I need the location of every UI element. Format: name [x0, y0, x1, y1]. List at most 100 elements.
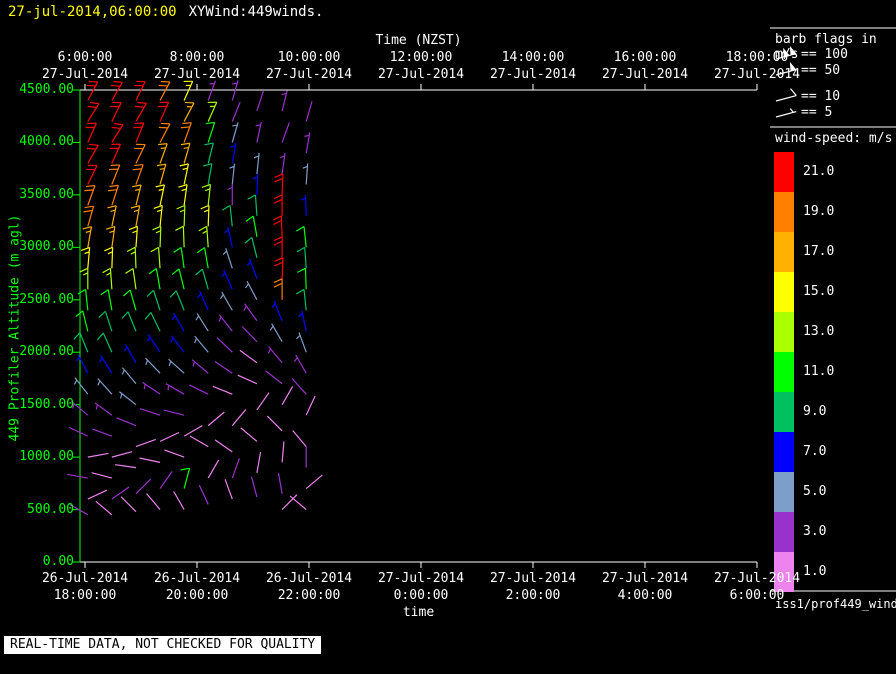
- wind-barb-staff: [251, 237, 258, 258]
- colorbar-value-label: 1.0: [803, 564, 827, 579]
- bottom-axis-tick-label: 27-Jul-2014 4:00:00: [601, 571, 689, 603]
- wind-barb-full-tick: [180, 142, 191, 146]
- wind-barb-half-tick: [296, 334, 301, 340]
- top-axis-tick-label: 10:00:00 27-Jul-2014: [265, 50, 353, 82]
- barb-flag-label: == 10: [801, 89, 841, 104]
- wind-barb-staff: [216, 337, 233, 353]
- colorbar-segment: [774, 392, 794, 432]
- wind-barb-full-tick: [96, 332, 104, 341]
- wind-barb-full-tick: [89, 101, 100, 105]
- wind-barb-staff: [175, 290, 185, 311]
- wind-barb-staff: [111, 164, 121, 185]
- wind-barb-staff: [159, 164, 167, 185]
- wind-barb-staff: [206, 226, 209, 248]
- wind-barb-full-tick: [153, 204, 163, 209]
- wind-barb-half-tick: [221, 272, 226, 278]
- wind-barb-staff: [139, 457, 161, 463]
- wind-barb-full-tick: [102, 267, 111, 274]
- wind-barb-staff: [183, 205, 186, 227]
- wind-barb-staff: [207, 142, 214, 164]
- wind-barb-staff: [207, 122, 216, 143]
- top-axis-title: Time (NZST): [375, 33, 462, 48]
- colorbar-value-label: 17.0: [803, 244, 835, 259]
- wind-barb-half-tick: [252, 176, 258, 180]
- wind-barb-full-tick: [274, 177, 283, 183]
- wind-barb-staff: [159, 102, 170, 122]
- wind-barb-full-tick: [274, 173, 284, 178]
- wind-barb-staff: [152, 290, 161, 311]
- bottom-axis-tick-label: 27-Jul-2014 6:00:00: [713, 571, 801, 603]
- wind-barb-full-tick: [121, 311, 129, 319]
- wind-barb-staff: [87, 185, 96, 206]
- colorbar-value-label: 21.0: [803, 164, 835, 179]
- wind-barb-staff: [135, 122, 145, 143]
- wind-barb-full-tick: [295, 288, 305, 295]
- wind-barb-full-tick: [98, 310, 106, 318]
- wind-barb-half-tick: [130, 251, 136, 255]
- wind-barb-staff: [292, 430, 307, 448]
- bottom-axis-tick-label: 26-Jul-2014 22:00:00: [265, 571, 353, 603]
- wind-barb-half-tick: [106, 272, 112, 276]
- wind-barb-staff: [207, 184, 211, 206]
- wind-barb-full-tick: [87, 147, 97, 150]
- wind-barb-full-tick: [114, 122, 124, 126]
- wind-barb-staff: [265, 370, 283, 385]
- wind-barb-staff: [266, 415, 283, 432]
- wind-barb-half-tick: [246, 261, 252, 266]
- colorbar-segment: [774, 432, 794, 472]
- wind-barb-full-tick: [79, 267, 89, 273]
- wind-barb-staff: [159, 143, 168, 164]
- wind-barb-full-tick: [296, 246, 306, 253]
- wind-barb-half-tick: [202, 230, 208, 234]
- wind-barb-staff: [109, 268, 113, 290]
- wind-barb-staff: [183, 81, 194, 101]
- wind-barb-half-tick: [75, 356, 80, 362]
- wind-barb-half-tick: [789, 108, 794, 113]
- wind-barb-half-tick: [179, 209, 185, 213]
- wind-barb-half-tick: [183, 146, 189, 149]
- colorbar-value-label: 3.0: [803, 524, 827, 539]
- wind-barb-staff: [183, 163, 190, 185]
- wind-barb-staff: [157, 247, 161, 269]
- wind-barb-staff: [180, 247, 185, 269]
- realtime-warning-banner: REAL-TIME DATA, NOT CHECKED FOR QUALITY: [4, 636, 322, 654]
- wind-barb-full-tick: [109, 184, 119, 188]
- top-axis-tick-label: 12:00:00 27-Jul-2014: [377, 50, 465, 82]
- wind-barb-staff: [85, 289, 89, 311]
- wind-barb-half-tick: [298, 313, 303, 318]
- wind-barb-full-tick: [273, 236, 283, 242]
- wind-barb-staff: [281, 257, 284, 279]
- wind-barb-staff: [207, 411, 225, 427]
- colorbar-segment: [774, 512, 794, 552]
- title-timestamp: 27-jul-2014,06:00:00: [8, 4, 177, 20]
- bottom-axis-tick-label: 27-Jul-2014 0:00:00: [377, 571, 465, 603]
- wind-barb-full-tick: [83, 209, 93, 213]
- wind-barb-staff: [207, 102, 218, 122]
- wind-barb-staff: [135, 438, 156, 448]
- wind-barb-staff: [254, 194, 258, 216]
- wind-barb-staff: [281, 441, 285, 463]
- wind-barb-staff: [183, 425, 203, 437]
- colorbar-value-label: 7.0: [803, 444, 827, 459]
- barb-flag-label: == 100: [801, 47, 848, 62]
- wind-barb-staff: [111, 486, 130, 500]
- colorbar-segment: [774, 352, 794, 392]
- wind-barb-staff: [183, 468, 191, 489]
- wind-barb-full-tick: [173, 247, 182, 253]
- wind-barb-full-tick: [87, 105, 97, 109]
- wind-barb-full-tick: [202, 163, 213, 167]
- wind-barb-half-tick: [197, 293, 202, 298]
- wind-barb-full-tick: [137, 101, 147, 104]
- wind-barb-half-tick: [218, 316, 222, 322]
- wind-barb-staff: [304, 268, 307, 290]
- altitude-tick-label: 3500.00: [19, 186, 74, 202]
- top-axis-tick-label: 14:00:00 27-Jul-2014: [489, 50, 577, 82]
- wind-barb-staff: [107, 289, 113, 311]
- wind-barb-staff: [134, 247, 137, 269]
- wind-barb-full-tick: [73, 332, 81, 340]
- wind-barb-full-tick: [273, 215, 282, 221]
- wind-barb-full-tick: [205, 121, 215, 125]
- wind-barb-staff: [87, 247, 91, 269]
- wind-barb-half-tick: [170, 337, 174, 343]
- wind-barb-staff: [159, 81, 171, 101]
